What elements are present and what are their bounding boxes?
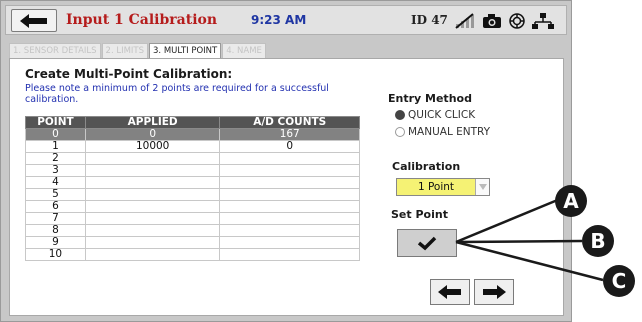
callout-overlay: A B C [455, 185, 635, 297]
callout-b-letter: B [590, 229, 605, 253]
callout-c-letter: C [612, 269, 627, 293]
callout-a-letter: A [563, 189, 579, 213]
